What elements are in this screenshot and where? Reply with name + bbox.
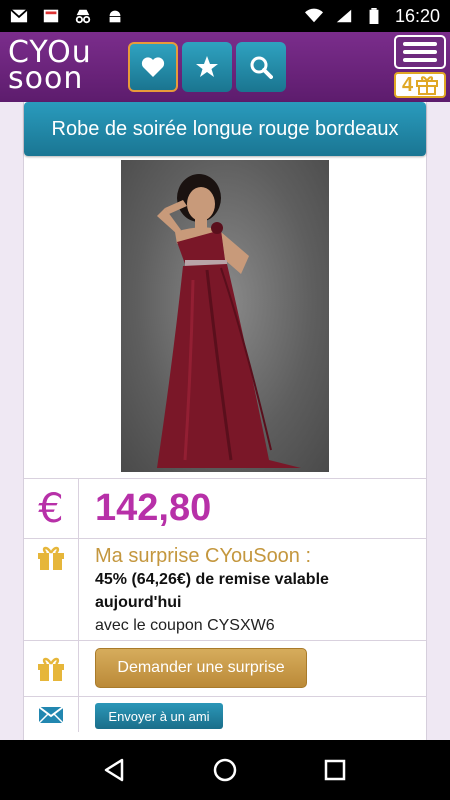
gift-counter[interactable]: 4 bbox=[394, 72, 446, 98]
clock: 16:20 bbox=[394, 5, 440, 26]
gift-icon bbox=[38, 546, 64, 570]
dress-illustration bbox=[157, 174, 301, 468]
android-icon bbox=[109, 10, 121, 23]
app-header: CYOu soon 4 bbox=[0, 32, 450, 102]
back-icon[interactable] bbox=[102, 757, 128, 783]
menu-button[interactable] bbox=[394, 35, 446, 69]
search-icon bbox=[250, 56, 273, 79]
home-icon[interactable] bbox=[212, 757, 238, 783]
signal-icon bbox=[336, 9, 352, 23]
mail-icon-cell bbox=[24, 697, 79, 732]
wifi-icon bbox=[304, 8, 323, 23]
product-photo-area bbox=[24, 156, 426, 472]
starred-button[interactable] bbox=[182, 42, 232, 92]
envelope-icon bbox=[38, 705, 64, 724]
surprise-row: Ma surprise CYouSoon : 45% (64,26€) de r… bbox=[24, 538, 426, 640]
gift-count-value: 4 bbox=[401, 73, 414, 96]
menu-bar bbox=[403, 58, 437, 62]
notification-icon bbox=[43, 9, 59, 23]
star-icon bbox=[196, 56, 218, 77]
ask-surprise-button[interactable]: Demander une surprise bbox=[95, 648, 307, 688]
product-title: Robe de soirée longue rouge bordeaux bbox=[24, 102, 426, 156]
surprise-discount: 45% (64,26€) de remise valable bbox=[95, 571, 329, 588]
surprise-validity: aujourd'hui bbox=[95, 594, 182, 611]
surprise-title: Ma surprise CYouSoon : bbox=[95, 545, 312, 567]
recents-icon[interactable] bbox=[322, 757, 348, 783]
logo[interactable]: CYOu soon bbox=[8, 38, 118, 96]
product-price: 142,80 bbox=[95, 487, 212, 529]
send-friend-row: Envoyer à un ami bbox=[24, 696, 426, 732]
status-bar: 16:20 bbox=[0, 0, 450, 32]
logo-line2: soon bbox=[8, 61, 84, 96]
ask-surprise-row: Demander une surprise bbox=[24, 640, 426, 696]
incognito-icon bbox=[75, 9, 91, 24]
favorites-button[interactable] bbox=[128, 42, 178, 92]
surprise-coupon: avec le coupon CYSXW6 bbox=[95, 617, 275, 634]
gift-icon bbox=[38, 657, 64, 681]
euro-icon: € bbox=[38, 485, 64, 532]
heart-icon bbox=[141, 57, 165, 77]
search-button[interactable] bbox=[236, 42, 286, 92]
ask-icon-cell bbox=[24, 641, 79, 696]
menu-bar bbox=[403, 50, 437, 54]
gift-icon bbox=[416, 76, 439, 95]
menu-bar bbox=[403, 42, 437, 46]
navigation-bar bbox=[0, 740, 450, 800]
send-to-friend-button[interactable]: Envoyer à un ami bbox=[95, 703, 223, 729]
price-row: € 142,80 bbox=[24, 478, 426, 538]
product-photo[interactable] bbox=[121, 160, 329, 472]
currency-cell: € bbox=[24, 479, 79, 538]
surprise-icon-cell bbox=[24, 539, 79, 640]
battery-icon bbox=[369, 8, 379, 24]
gmail-icon bbox=[10, 9, 28, 23]
product-card: Robe de soirée longue rouge bordeaux € 1… bbox=[23, 102, 427, 742]
